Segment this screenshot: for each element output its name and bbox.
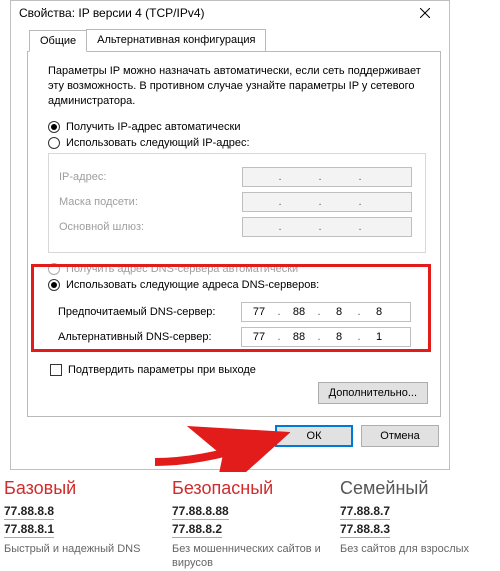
profile-ip: 77.88.8.8 [4, 504, 54, 520]
ip-fields-group: IP-адрес: ... Маска подсети: ... Основно… [48, 153, 426, 253]
tab-general[interactable]: Общие [29, 30, 87, 52]
dns-alt-input[interactable]: 77. 88. 8. 1 [241, 327, 411, 347]
ip-addr-label: IP-адрес: [59, 171, 234, 183]
window-title: Свойства: IP версии 4 (TCP/IPv4) [19, 6, 205, 20]
close-icon [420, 8, 430, 18]
dns-auto-radio-row[interactable]: Получить адрес DNS-сервера автоматически [48, 263, 428, 275]
profile-caption: Без мошеннических сайтов и вирусов [172, 543, 328, 571]
dns-pref-label: Предпочитаемый DNS-сервер: [58, 306, 233, 318]
gateway-input: ... [242, 217, 412, 237]
profile-title: Базовый [4, 478, 160, 499]
ip-manual-radio-row[interactable]: Использовать следующий IP-адрес: [48, 137, 428, 149]
profile-caption: Без сайтов для взрослых [340, 543, 496, 557]
general-panel: Параметры IP можно назначать автоматичес… [27, 51, 441, 417]
dns-profiles: Базовый 77.88.8.8 77.88.8.1 Быстрый и на… [0, 478, 500, 571]
profile-basic: Базовый 77.88.8.8 77.88.8.1 Быстрый и на… [4, 478, 160, 571]
checkbox-icon [50, 364, 62, 376]
radio-icon [48, 121, 60, 133]
gateway-label: Основной шлюз: [59, 221, 234, 233]
profile-caption: Быстрый и надежный DNS [4, 543, 160, 557]
subnet-mask-label: Маска подсети: [59, 196, 234, 208]
dns-pref-input[interactable]: 77. 88. 8. 8 [241, 302, 411, 322]
close-button[interactable] [407, 3, 443, 23]
ipv4-properties-window: Свойства: IP версии 4 (TCP/IPv4) Общие А… [10, 0, 450, 470]
cancel-button[interactable]: Отмена [361, 425, 439, 447]
titlebar: Свойства: IP версии 4 (TCP/IPv4) [11, 1, 449, 25]
dns-manual-radio-row[interactable]: Использовать следующие адреса DNS-сервер… [48, 279, 428, 291]
profile-ip: 77.88.8.1 [4, 522, 54, 538]
profile-ip: 77.88.8.3 [340, 522, 390, 538]
profile-family: Семейный 77.88.8.7 77.88.8.3 Без сайтов … [340, 478, 496, 571]
profile-ip: 77.88.8.7 [340, 504, 390, 520]
tabs: Общие Альтернативная конфигурация [29, 29, 441, 51]
ip-manual-label: Использовать следующий IP-адрес: [66, 137, 250, 149]
ip-addr-input: ... [242, 167, 412, 187]
radio-icon [48, 279, 60, 291]
ip-auto-radio-row[interactable]: Получить IP-адрес автоматически [48, 121, 428, 133]
description-text: Параметры IP можно назначать автоматичес… [48, 64, 424, 109]
dns-auto-label: Получить адрес DNS-сервера автоматически [66, 263, 298, 275]
dns-alt-label: Альтернативный DNS-сервер: [58, 331, 233, 343]
profile-safe: Безопасный 77.88.8.88 77.88.8.2 Без моше… [172, 478, 328, 571]
radio-icon [48, 137, 60, 149]
subnet-mask-input: ... [242, 192, 412, 212]
confirm-on-exit-checkbox[interactable]: Подтвердить параметры при выходе [50, 364, 428, 376]
profile-title: Семейный [340, 478, 496, 499]
dns-manual-label: Использовать следующие адреса DNS-сервер… [66, 279, 319, 291]
dns-fields-group: Предпочитаемый DNS-сервер: 77. 88. 8. 8 … [48, 295, 426, 354]
confirm-on-exit-label: Подтвердить параметры при выходе [68, 364, 256, 376]
radio-icon [48, 263, 60, 275]
ok-button[interactable]: ОК [275, 425, 353, 447]
profile-ip: 77.88.8.88 [172, 504, 229, 520]
dialog-buttons: ОК Отмена [11, 425, 439, 447]
ip-auto-label: Получить IP-адрес автоматически [66, 121, 240, 133]
tab-alt-config[interactable]: Альтернативная конфигурация [86, 29, 266, 51]
profile-title: Безопасный [172, 478, 328, 499]
advanced-button[interactable]: Дополнительно... [318, 382, 428, 404]
profile-ip: 77.88.8.2 [172, 522, 222, 538]
